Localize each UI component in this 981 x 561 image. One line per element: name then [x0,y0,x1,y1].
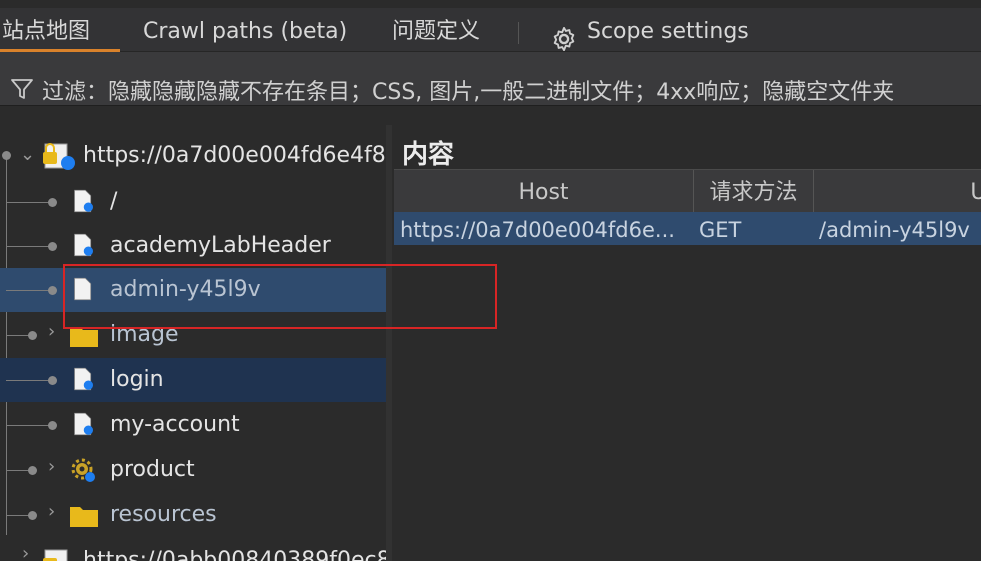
file-secure-icon [74,412,93,436]
tree-item-label: resources [110,502,217,527]
filter-text[interactable]: 过滤：隐藏隐藏隐藏不存在条目；CSS, 图片,一般二进制文件；4xx响应；隐藏空… [42,74,894,106]
tree-node-dot [48,242,57,251]
tab-site-map[interactable]: 站点地图 [0,8,120,52]
gear-file-icon [71,458,95,482]
tree-node-dot [48,286,57,295]
tree-item-label: product [110,457,195,482]
tree-branch-line [6,290,52,291]
tab-crawl-paths[interactable]: Crawl paths (beta) [143,8,347,52]
tree-item-label: / [110,189,118,214]
secure-host-icon [43,143,75,170]
tree-item[interactable]: › resources [0,493,386,537]
site-map-tree: ⌄ https://0a7d00e004fd6e4f8 / academyLab… [0,125,387,561]
pane-splitter[interactable] [386,125,392,561]
tab-issue-definitions[interactable]: 问题定义 [392,8,480,52]
tree-item[interactable]: › product [0,448,386,492]
cell-url: /admin-y45l9v [819,218,970,242]
tree-item-label: login [110,367,164,392]
cell-method: GET [699,218,742,242]
tree-item-label: academyLabHeader [110,233,331,258]
chevron-right-icon[interactable]: › [48,321,55,342]
column-header-host[interactable]: Host [394,170,694,212]
tree-node-dot [48,421,57,430]
column-header-url[interactable]: URL [814,170,981,212]
tree-branch-line [6,425,52,426]
file-secure-icon [74,367,93,391]
file-secure-icon [74,189,93,213]
folder-icon [70,507,98,527]
tree-item[interactable]: / [0,180,386,224]
tree-node-dot [28,331,37,340]
filter-icon[interactable] [10,77,34,101]
chevron-right-icon[interactable]: › [48,456,55,477]
tree-host-label: https://0a7d00e004fd6e4f8 [83,143,386,168]
chevron-right-icon[interactable]: › [22,543,29,561]
cell-host: https://0a7d00e004fd6e... [400,218,675,242]
chevron-right-icon[interactable]: › [48,501,55,522]
file-secure-icon [74,233,93,257]
tree-node-dot [48,198,57,207]
window-top-strip [0,0,981,8]
table-header: Host 请求方法 URL [394,169,981,213]
secure-host-icon [43,549,68,561]
tree-branch-line [6,202,52,203]
tree-node-dot [48,376,57,385]
chevron-down-icon[interactable]: ⌄ [20,144,35,165]
tree-host-row[interactable]: ⌄ https://0a7d00e004fd6e4f8 [0,134,386,178]
tree-item-label: my-account [110,412,240,437]
column-header-method[interactable]: 请求方法 [694,170,814,212]
highlight-box [63,264,497,329]
tree-branch-line [6,380,52,381]
tree-host-label: https://0abb00840389f0ec8 [83,548,387,561]
tab-bar: 站点地图 Crawl paths (beta) 问题定义 Scope setti… [0,8,981,52]
tree-item[interactable]: academyLabHeader [0,224,386,268]
tab-separator [518,22,519,44]
content-title: 内容 [402,140,455,170]
tab-scope-settings[interactable]: Scope settings [587,8,749,52]
tree-host-row[interactable]: › https://0abb00840389f0ec8 [0,539,386,561]
table-row[interactable]: https://0a7d00e004fd6e... GET /admin-y45… [394,212,981,245]
tree-item[interactable]: my-account [0,403,386,447]
gear-icon[interactable] [550,25,578,53]
tree-branch-line [6,246,52,247]
tree-item[interactable]: login [0,358,386,402]
tree-node-dot [28,466,37,475]
tree-node-dot [28,511,37,520]
